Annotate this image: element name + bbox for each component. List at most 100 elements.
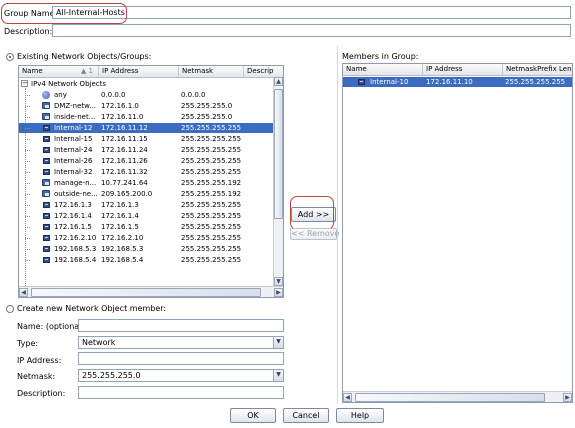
members-table-header: Name IP Address NetmaskPrefix Lengt (343, 64, 572, 76)
existing-objects-table[interactable]: Name ▲ 1 IP Address Netmask Descrip − IP… (18, 65, 284, 298)
existing-horizontal-scrollbar[interactable]: ◀ ▶ (19, 286, 283, 297)
tree-branch (25, 260, 30, 261)
row-netmask: 255.255.255.0 (181, 102, 233, 110)
section-divider (337, 46, 338, 404)
scroll-down-icon[interactable]: ▼ (274, 277, 283, 286)
row-ip: 172.16.11.0 (101, 113, 144, 121)
row-name: outside-ne... (54, 190, 98, 198)
host-icon (43, 213, 50, 219)
table-row[interactable]: manage-n... 10.77.241.64 255.255.255.192 (19, 178, 273, 188)
members-horizontal-scrollbar[interactable]: ◀ ▶ (343, 391, 572, 402)
row-netmask: 255.255.255.192 (181, 179, 242, 187)
chevron-down-icon[interactable]: ▼ (273, 370, 283, 381)
table-row[interactable]: Internal-32 172.16.11.32 255.255.255.255 (19, 167, 273, 177)
row-netmask: 255.255.255.255 (181, 168, 242, 176)
members-table[interactable]: Name IP Address NetmaskPrefix Lengt Inte… (342, 63, 573, 403)
row-name: 172.16.1.4 (54, 212, 92, 220)
name-input[interactable] (78, 319, 284, 332)
table-row[interactable]: any 0.0.0.0 0.0.0.0 (19, 90, 273, 100)
ip-address-input[interactable] (78, 352, 284, 365)
table-row[interactable]: 192.168.5.3 192.168.5.3 255.255.255.255 (19, 244, 273, 254)
scroll-left-icon[interactable]: ◀ (343, 393, 352, 402)
column-header-description[interactable]: Descrip (244, 66, 283, 77)
cancel-button[interactable]: Cancel (283, 408, 329, 423)
scroll-right-icon[interactable]: ▶ (274, 288, 283, 297)
row-netmask: 255.255.255.255 (181, 234, 242, 242)
table-row-selected[interactable]: Internal-12 172.16.11.12 255.255.255.255 (19, 123, 273, 133)
add-button[interactable]: Add >> (291, 207, 336, 222)
row-ip: 0.0.0.0 (101, 91, 126, 99)
scroll-up-icon[interactable]: ▲ (274, 77, 283, 86)
members-label: Members in Group: (342, 52, 419, 61)
row-ip: 172.16.11.32 (101, 168, 148, 176)
members-table-row-selected[interactable]: Internal-10 172.16.11.10 255.255.255.255 (343, 77, 572, 87)
row-name: manage-n... (54, 179, 97, 187)
row-ip: 172.16.11.26 (101, 157, 148, 165)
table-row[interactable]: DMZ-netw... 172.16.1.0 255.255.255.0 (19, 101, 273, 111)
members-column-ip[interactable]: IP Address (423, 64, 503, 75)
row-netmask: 255.255.255.255 (181, 135, 242, 143)
row-netmask: 255.255.255.255 (505, 78, 566, 86)
scroll-thumb-horizontal[interactable] (355, 393, 545, 402)
members-column-name[interactable]: Name (343, 64, 423, 75)
remove-button[interactable]: << Remove (290, 228, 339, 240)
table-row[interactable]: 192.168.5.4 192.168.5.4 255.255.255.255 (19, 255, 273, 265)
column-header-name[interactable]: Name ▲ 1 (19, 66, 99, 77)
scroll-thumb-horizontal[interactable] (31, 288, 261, 297)
ok-button[interactable]: OK (230, 408, 276, 423)
column-header-netmask[interactable]: Netmask (179, 66, 244, 77)
table-row[interactable]: 172.16.2.10 172.16.2.10 255.255.255.255 (19, 233, 273, 243)
chevron-down-icon[interactable]: ▼ (273, 337, 283, 348)
tree-branch (25, 106, 30, 107)
host-icon (43, 246, 50, 252)
type-select-value: Network (82, 338, 116, 347)
row-netmask: 255.255.255.255 (181, 256, 242, 264)
type-label: Type: (17, 339, 39, 348)
netmask-select-value: 255.255.255.0 (82, 371, 141, 380)
table-row[interactable]: Internal-24 172.16.11.24 255.255.255.255 (19, 145, 273, 155)
table-row[interactable]: inside-net... 172.16.11.0 255.255.255.0 (19, 112, 273, 122)
row-netmask: 0.0.0.0 (181, 91, 206, 99)
create-new-member-radio[interactable] (6, 305, 14, 313)
help-button[interactable]: Help (336, 408, 384, 423)
row-name: 172.16.2.10 (54, 234, 97, 242)
group-row-ipv4[interactable]: − IPv4 Network Objects (19, 79, 273, 89)
row-ip: 172.16.1.0 (101, 102, 139, 110)
row-netmask: 255.255.255.255 (181, 212, 242, 220)
table-row[interactable]: Internal-26 172.16.11.26 255.255.255.255 (19, 156, 273, 166)
tree-branch (25, 161, 30, 162)
type-select[interactable]: Network ▼ (78, 336, 284, 349)
existing-objects-label: Existing Network Objects/Groups: (17, 52, 152, 61)
tree-branch (25, 238, 30, 239)
row-ip: 209.165.200.0 (101, 190, 153, 198)
row-netmask: 255.255.255.255 (181, 124, 242, 132)
row-name: inside-net... (54, 113, 96, 121)
group-name-input[interactable]: All-Internal-Hosts (52, 6, 571, 19)
scroll-right-icon[interactable]: ▶ (563, 393, 572, 402)
row-name: any (54, 91, 67, 99)
table-row[interactable]: 172.16.1.5 172.16.1.5 255.255.255.255 (19, 222, 273, 232)
scroll-left-icon[interactable]: ◀ (19, 288, 28, 297)
collapse-icon[interactable]: − (21, 80, 28, 87)
host-icon (43, 202, 50, 208)
scroll-thumb[interactable] (274, 89, 283, 219)
table-row[interactable]: outside-ne... 209.165.200.0 255.255.255.… (19, 189, 273, 199)
host-icon (43, 235, 50, 241)
host-icon (43, 257, 50, 263)
existing-objects-radio[interactable] (6, 53, 14, 61)
row-ip: 192.168.5.4 (101, 256, 144, 264)
group-name-label: Group Name: (4, 9, 58, 18)
row-netmask: 255.255.255.192 (181, 190, 242, 198)
table-row[interactable]: 172.16.1.3 172.16.1.3 255.255.255.255 (19, 200, 273, 210)
row-netmask: 255.255.255.255 (181, 201, 242, 209)
tree-branch (25, 150, 30, 151)
description-input[interactable] (52, 24, 571, 37)
column-header-ip[interactable]: IP Address (99, 66, 179, 77)
row-name: 192.168.5.4 (54, 256, 97, 264)
table-row[interactable]: Internal-15 172.16.11.15 255.255.255.255 (19, 134, 273, 144)
member-description-input[interactable] (78, 386, 284, 399)
existing-vertical-scrollbar[interactable]: ▲ ▼ (273, 77, 283, 286)
members-column-netmask[interactable]: NetmaskPrefix Lengt (503, 64, 572, 75)
netmask-select[interactable]: 255.255.255.0 ▼ (78, 369, 284, 382)
table-row[interactable]: 172.16.1.4 172.16.1.4 255.255.255.255 (19, 211, 273, 221)
